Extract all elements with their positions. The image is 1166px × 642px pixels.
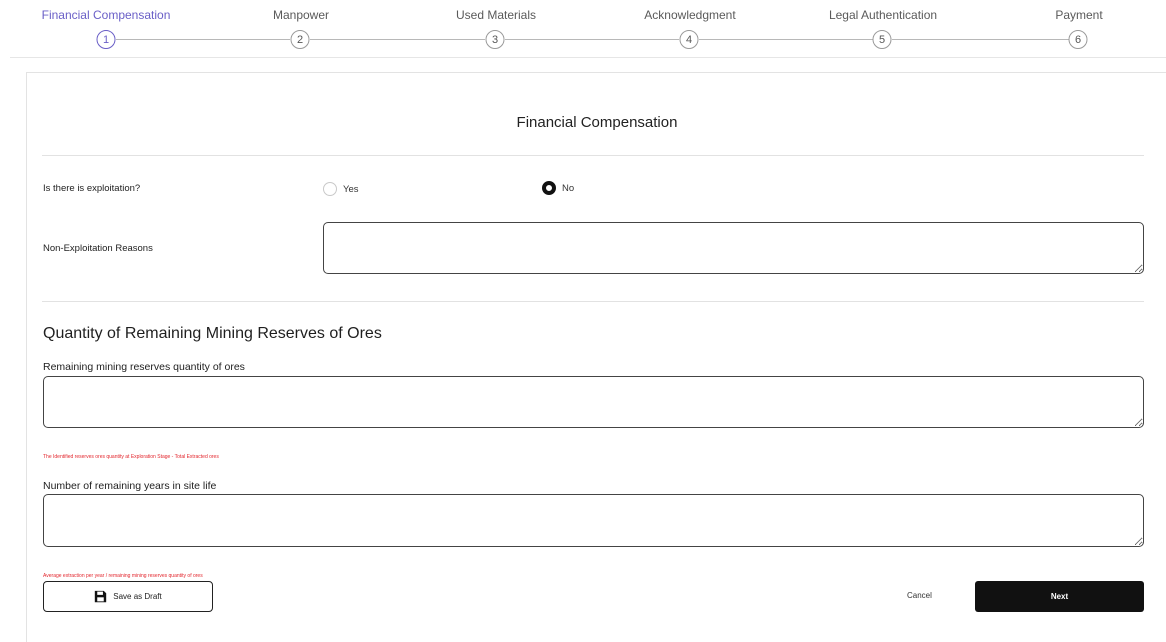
step-connector (505, 39, 679, 40)
step-6-label[interactable]: Payment (1055, 8, 1102, 22)
radio-yes-circle[interactable] (323, 182, 337, 196)
remaining-years-hint: Average extraction per year / remaining … (43, 573, 203, 579)
step-connector (310, 39, 485, 40)
step-5-label[interactable]: Legal Authentication (829, 8, 937, 22)
step-1-indicator[interactable]: 1 (96, 30, 116, 49)
radio-no[interactable]: No (542, 181, 574, 195)
step-1-label[interactable]: Financial Compensation (42, 8, 171, 22)
divider (42, 301, 1144, 302)
non-exploitation-reasons-textarea[interactable] (323, 222, 1144, 274)
remaining-reserves-label: Remaining mining reserves quantity of or… (43, 361, 245, 373)
step-4-indicator[interactable]: 4 (679, 30, 699, 49)
step-3-indicator[interactable]: 3 (485, 30, 505, 49)
form-card: Financial Compensation Is there is explo… (26, 72, 1166, 642)
step-4-label[interactable]: Acknowledgment (644, 8, 735, 22)
exploitation-question-label: Is there is exploitation? (43, 183, 141, 194)
step-3-label[interactable]: Used Materials (456, 8, 536, 22)
step-2-indicator[interactable]: 2 (290, 30, 310, 49)
step-connector (892, 39, 1069, 40)
next-button[interactable]: Next (975, 581, 1144, 612)
divider (42, 155, 1144, 156)
step-connector (116, 39, 290, 40)
step-2-label[interactable]: Manpower (273, 8, 329, 22)
remaining-reserves-textarea[interactable] (43, 376, 1144, 428)
radio-yes[interactable]: Yes (323, 182, 359, 196)
floppy-disk-icon (95, 590, 107, 603)
progress-stepper: Financial Compensation Manpower Used Mat… (0, 0, 1166, 56)
stepper-divider (10, 57, 1166, 58)
section-title: Quantity of Remaining Mining Reserves of… (43, 325, 382, 342)
remaining-reserves-hint: The Identified reserves ores quantity at… (43, 454, 219, 460)
step-connector (699, 39, 873, 40)
radio-no-label: No (562, 182, 575, 194)
step-5-indicator[interactable]: 5 (872, 30, 892, 49)
remaining-years-textarea[interactable] (43, 494, 1144, 547)
cancel-button[interactable]: Cancel (907, 591, 932, 600)
radio-no-circle[interactable] (542, 181, 556, 195)
radio-yes-label: Yes (343, 183, 359, 195)
remaining-years-label: Number of remaining years in site life (43, 480, 217, 492)
save-as-draft-label: Save as Draft (113, 592, 162, 601)
step-6-indicator[interactable]: 6 (1068, 30, 1088, 49)
save-as-draft-button[interactable]: Save as Draft (43, 581, 213, 612)
non-exploitation-label: Non-Exploitation Reasons (43, 243, 153, 254)
form-title: Financial Compensation (516, 114, 678, 131)
